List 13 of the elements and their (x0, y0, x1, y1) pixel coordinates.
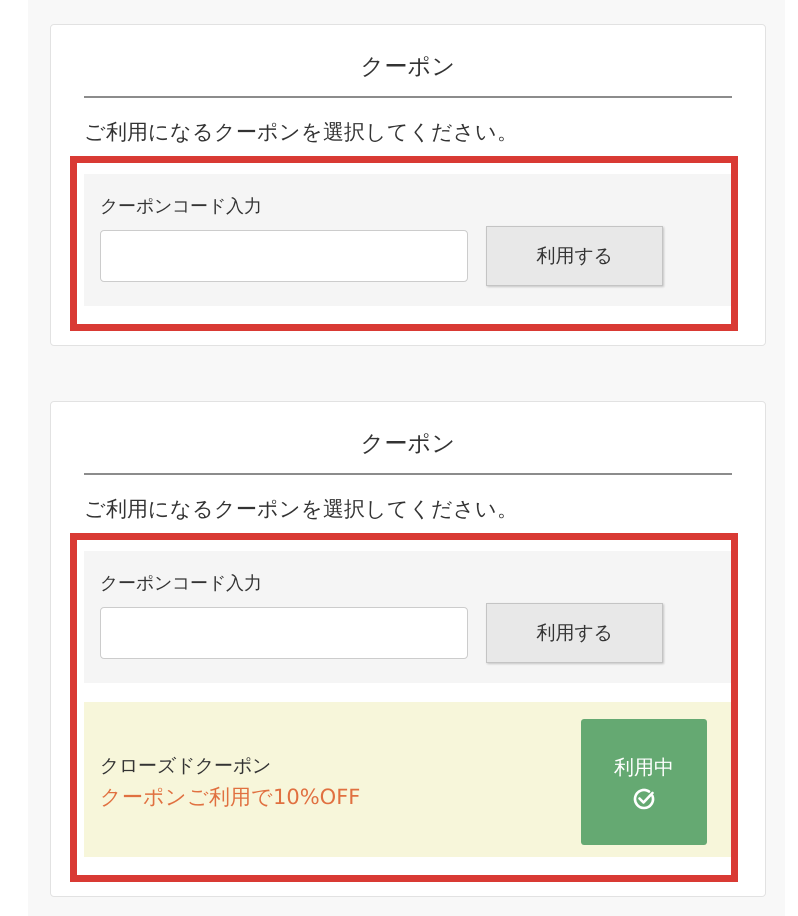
coupon-description: クーポンご利用で10%OFF (100, 784, 360, 811)
apply-button[interactable]: 利用する (486, 603, 663, 663)
instruction-text: ご利用になるクーポンを選択してください。 (84, 119, 519, 146)
card-title: クーポン (84, 428, 732, 475)
check-circle-icon (632, 786, 656, 810)
coupon-name: クローズドクーポン (100, 754, 272, 779)
apply-button[interactable]: 利用する (486, 226, 663, 286)
field-label: クーポンコード入力 (100, 572, 263, 595)
instruction-text: ご利用になるクーポンを選択してください。 (84, 496, 519, 523)
coupon-code-field[interactable] (100, 230, 468, 282)
field-label: クーポンコード入力 (100, 195, 263, 218)
coupon-code-field[interactable] (100, 607, 468, 659)
card-title: クーポン (84, 51, 732, 98)
